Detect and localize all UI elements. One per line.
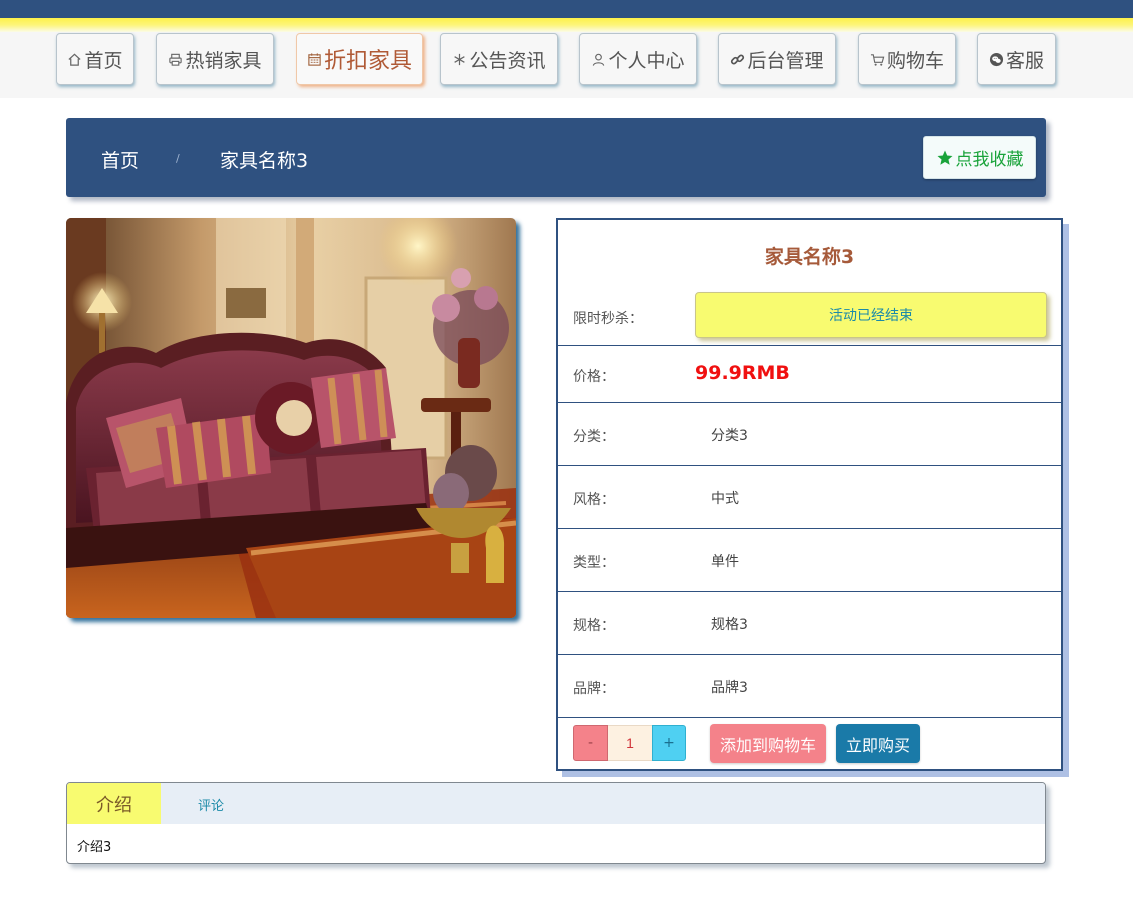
nav-item-customer-service[interactable]: 客服 <box>977 33 1056 85</box>
attr-row: 规格： 规格3 <box>558 592 1061 655</box>
nav-item-personal-center[interactable]: 个人中心 <box>579 33 697 85</box>
header-accent-band <box>0 18 1133 32</box>
attr-label: 分类： <box>573 429 615 445</box>
attr-value: 规格3 <box>711 617 748 633</box>
nav-item-hot-furniture[interactable]: 热销家具 <box>156 33 274 85</box>
favorite-label: 点我收藏 <box>955 150 1024 170</box>
nav-item-label: 首页 <box>84 49 123 72</box>
promo-label: 限时秒杀： <box>573 311 643 327</box>
attr-label: 规格： <box>573 618 615 634</box>
breadcrumb: 首页 / 家具名称3 点我收藏 <box>66 118 1046 197</box>
attr-label: 风格： <box>573 492 615 508</box>
tab-intro[interactable]: 介绍 <box>67 783 161 824</box>
nav-item-label: 购物车 <box>886 49 944 72</box>
nav-item-admin[interactable]: 后台管理 <box>718 33 836 85</box>
tab-bar: 介绍 评论 <box>67 783 1045 824</box>
breadcrumb-separator: / <box>176 152 180 165</box>
calendar-icon <box>308 52 321 66</box>
attr-row: 类型： 单件 <box>558 529 1061 592</box>
quantity-input[interactable]: 1 <box>608 725 652 761</box>
favorite-button[interactable]: 点我收藏 <box>923 136 1036 179</box>
detail-tabs: 介绍 评论 介绍3 <box>66 782 1046 864</box>
nav-item-label: 个人中心 <box>608 49 685 72</box>
promo-status-badge: 活动已经结束 <box>695 292 1047 338</box>
link-icon <box>731 54 745 64</box>
nav-item-label: 折扣家具 <box>323 49 412 74</box>
user-icon <box>593 53 605 66</box>
nav-item-label: 公告资讯 <box>469 49 546 72</box>
nav-item-label: 客服 <box>1005 49 1044 72</box>
breadcrumb-current: 家具名称3 <box>220 150 309 172</box>
quantity-increment-button[interactable]: + <box>652 725 686 761</box>
attr-label: 类型： <box>573 555 615 571</box>
home-icon <box>68 53 82 66</box>
breadcrumb-home-link[interactable]: 首页 <box>101 146 139 173</box>
attr-row: 风格： 中式 <box>558 466 1061 529</box>
product-image <box>66 218 516 618</box>
product-info-panel: 家具名称3 限时秒杀： 活动已经结束 价格： 99.9RMB 分类： 分类3 风… <box>556 218 1063 771</box>
nav-item-label: 热销家具 <box>185 49 262 72</box>
attr-row: 分类： 分类3 <box>558 403 1061 466</box>
quantity-decrement-button[interactable]: - <box>573 725 608 761</box>
price-label: 价格： <box>573 369 615 385</box>
snowflake-icon <box>454 53 466 65</box>
attr-value: 单件 <box>711 554 739 570</box>
nav-item-announcements[interactable]: 公告资讯 <box>440 33 558 85</box>
attr-value: 分类3 <box>711 428 748 444</box>
attr-label: 品牌： <box>573 681 615 697</box>
top-bar <box>0 0 1133 18</box>
tab-content: 介绍3 <box>77 840 112 855</box>
nav-item-cart[interactable]: 购物车 <box>858 33 956 85</box>
price-row: 价格： 99.9RMB <box>558 346 1061 403</box>
print-icon <box>169 53 183 66</box>
cart-icon <box>870 53 885 66</box>
price-value: 99.9RMB <box>695 362 790 384</box>
nav-item-home[interactable]: 首页 <box>56 33 134 85</box>
attr-value: 品牌3 <box>711 680 748 696</box>
wechat-icon <box>989 52 1004 66</box>
nav-item-label: 后台管理 <box>747 49 824 72</box>
attr-row: 品牌： 品牌3 <box>558 655 1061 718</box>
attr-value: 中式 <box>711 491 739 507</box>
tab-comments[interactable]: 评论 <box>198 795 224 814</box>
buy-now-button[interactable]: 立即购买 <box>836 724 920 763</box>
add-to-cart-button[interactable]: 添加到购物车 <box>710 724 826 763</box>
nav-item-discount-furniture[interactable]: 折扣家具 <box>296 33 423 85</box>
star-icon <box>937 150 952 165</box>
